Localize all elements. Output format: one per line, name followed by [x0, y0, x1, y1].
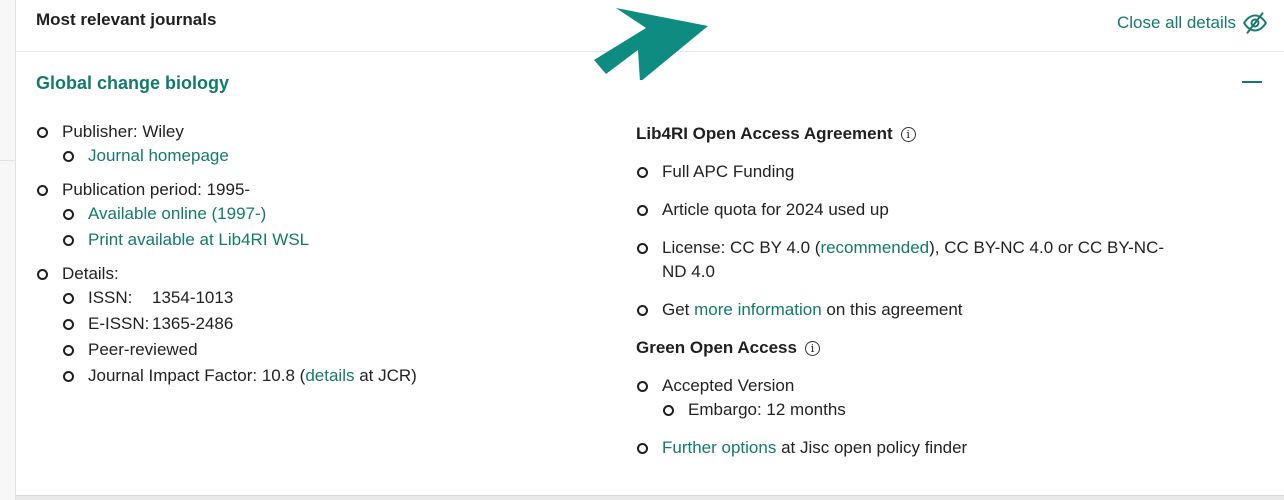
eissn-value: 1365-2486: [152, 314, 234, 333]
peer-reviewed-text: Peer-reviewed: [88, 340, 198, 359]
agreement-heading: Lib4RI Open Access Agreement i: [636, 122, 1256, 146]
close-all-label: Close all details: [1116, 13, 1236, 32]
eye-slash-icon: [1243, 12, 1267, 34]
list-item-homepage: Journal homepage: [62, 144, 596, 168]
list-item-embargo: Embargo: 12 months: [662, 398, 1256, 422]
agreement-heading-text: Lib4RI Open Access Agreement: [636, 124, 893, 143]
list-item-further-options: Further options at Jisc open policy find…: [636, 436, 1256, 460]
list-item-issn: ISSN: 1354-1013: [62, 286, 596, 310]
list-item-license: License: CC BY 4.0 (recommended), CC BY-…: [636, 236, 1256, 284]
info-icon[interactable]: i: [804, 340, 820, 356]
journal-details-column: Publisher: Wiley Journal homepage Public…: [36, 120, 596, 398]
list-item-publisher: Publisher: Wiley Journal homepage: [36, 120, 596, 168]
green-oa-heading: Green Open Access i: [636, 336, 1256, 360]
funding-text: Full APC Funding: [662, 162, 795, 181]
left-gutter: [0, 0, 16, 500]
section-title: Most relevant journals: [36, 10, 217, 29]
list-item-more-info: Get more information on this agreement: [636, 298, 1256, 322]
list-item-details: Details: ISSN: 1354-1013 E-ISSN: 1365-2486…: [36, 262, 596, 388]
further-options-link[interactable]: Further options: [662, 438, 776, 457]
list-item-peer-reviewed: Peer-reviewed: [62, 338, 596, 362]
details-label: Details:: [62, 264, 119, 283]
issn-value: 1354-1013: [152, 288, 234, 307]
print-available-link[interactable]: Print available at Lib4RI WSL: [88, 230, 309, 249]
journals-panel: Most relevant journals Close all details…: [16, 0, 1284, 500]
issn-key: ISSN:: [88, 288, 133, 307]
get-suffix: on this agreement: [821, 300, 963, 319]
license-prefix: License: CC BY 4.0 (: [662, 238, 821, 257]
jif-suffix: at JCR): [354, 366, 417, 385]
available-online-link[interactable]: Available online (1997-): [88, 204, 266, 223]
embargo-text: Embargo: 12 months: [688, 400, 846, 419]
list-item-publication-period: Publication period: 1995- Available onli…: [36, 178, 596, 252]
arrow-pointer-icon: [594, 8, 708, 80]
quota-text: Article quota for 2024 used up: [662, 200, 889, 219]
further-suffix: at Jisc open policy finder: [776, 438, 968, 457]
more-information-link[interactable]: more information: [694, 300, 822, 319]
list-item-quota: Article quota for 2024 used up: [636, 198, 1256, 222]
jcr-details-link[interactable]: details: [305, 366, 354, 385]
panel-bottom-border: [16, 495, 1284, 500]
eissn-key: E-ISSN:: [88, 314, 150, 333]
list-item-impact-factor: Journal Impact Factor: 10.8 (details at …: [62, 364, 596, 388]
info-icon[interactable]: i: [900, 126, 916, 142]
publication-period-text: Publication period: 1995-: [62, 180, 251, 199]
list-item-funding: Full APC Funding: [636, 160, 1256, 184]
list-item-eissn: E-ISSN: 1365-2486: [62, 312, 596, 336]
list-item-available-online: Available online (1997-): [62, 202, 596, 226]
publisher-text: Publisher: Wiley: [62, 122, 184, 141]
list-item-print-available: Print available at Lib4RI WSL: [62, 228, 596, 252]
jif-prefix: Journal Impact Factor: 10.8 (: [88, 366, 306, 385]
collapse-journal-button[interactable]: [1242, 72, 1262, 92]
open-access-column: Lib4RI Open Access Agreement i Full APC …: [636, 122, 1256, 460]
recommended-link[interactable]: recommended: [820, 238, 929, 257]
accepted-version-text: Accepted Version: [662, 376, 795, 395]
journal-homepage-link[interactable]: Journal homepage: [88, 146, 229, 165]
journal-title[interactable]: Global change biology: [36, 73, 229, 94]
list-item-accepted-version: Accepted Version Embargo: 12 months: [636, 374, 1256, 422]
get-prefix: Get: [662, 300, 695, 319]
green-oa-heading-text: Green Open Access: [636, 338, 797, 357]
close-all-details-button[interactable]: Close all details: [1117, 10, 1268, 36]
